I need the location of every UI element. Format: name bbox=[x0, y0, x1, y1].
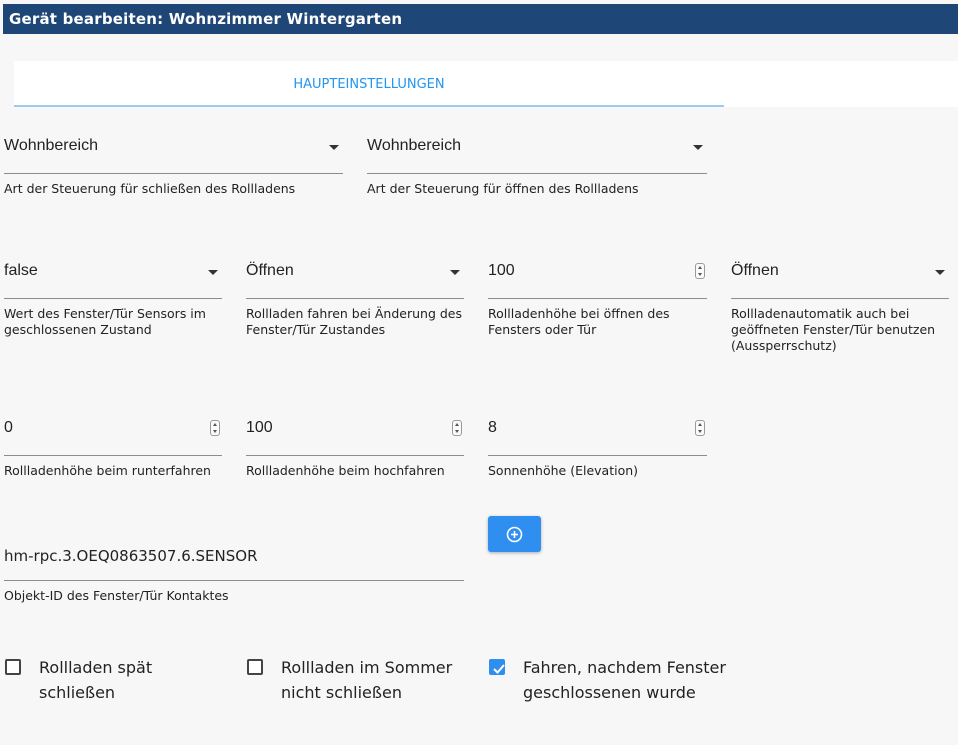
tab-haupteinstellungen[interactable]: HAUPTEINSTELLUNGEN bbox=[14, 61, 724, 107]
number-spinner-icon[interactable] bbox=[695, 420, 705, 436]
sensor-closed-value: false bbox=[4, 262, 38, 279]
close-control-value: Wohnbereich bbox=[4, 137, 98, 154]
window-title: Gerät bearbeiten: Wohnzimmer Wintergarte… bbox=[3, 4, 958, 34]
checkbox-after-window-closed-label: Fahren, nachdem Fenster geschlossenen wu… bbox=[523, 658, 726, 702]
down-height-input[interactable]: 0 Rollladenhöhe beim runterfahren bbox=[4, 417, 222, 479]
object-id-input[interactable]: hm-rpc.3.OEQ0863507.6.SENSOR Objekt-ID d… bbox=[4, 542, 464, 604]
move-on-change-value: Öffnen bbox=[246, 262, 294, 279]
automation-open-helper: Rollladenautomatik auch bei geöffneten F… bbox=[731, 306, 936, 353]
open-height-value: 100 bbox=[488, 262, 515, 279]
automation-open-select[interactable]: Öffnen Rollladenautomatik auch bei geöff… bbox=[731, 260, 949, 354]
open-height-helper: Rollladenhöhe bei öffnen des Fensters od… bbox=[488, 306, 670, 337]
number-spinner-icon[interactable] bbox=[695, 263, 705, 279]
plus-circle-icon bbox=[506, 526, 523, 543]
chevron-down-icon bbox=[935, 270, 945, 275]
move-on-change-select[interactable]: Öffnen Rollladen fahren bei Änderung des… bbox=[246, 260, 464, 338]
move-on-change-helper: Rollladen fahren bei Änderung des Fenste… bbox=[246, 306, 463, 337]
chevron-down-icon bbox=[693, 145, 703, 150]
down-height-value: 0 bbox=[4, 419, 13, 436]
automation-open-value: Öffnen bbox=[731, 262, 779, 279]
up-height-value: 100 bbox=[246, 419, 273, 436]
sensor-closed-value-select[interactable]: false Wert des Fenster/Tür Sensors im ge… bbox=[4, 260, 222, 338]
tab-bar: HAUPTEINSTELLUNGEN bbox=[14, 61, 958, 107]
number-spinner-icon[interactable] bbox=[210, 420, 220, 436]
up-height-input[interactable]: 100 Rollladenhöhe beim hochfahren bbox=[246, 417, 464, 479]
checkbox-summer-no-close-label: Rollladen im Sommer nicht schließen bbox=[281, 658, 453, 702]
down-height-helper: Rollladenhöhe beim runterfahren bbox=[4, 463, 211, 478]
checkbox-unchecked-icon[interactable] bbox=[5, 659, 21, 675]
up-height-helper: Rollladenhöhe beim hochfahren bbox=[246, 463, 445, 478]
chevron-down-icon bbox=[450, 270, 460, 275]
checkbox-unchecked-icon[interactable] bbox=[247, 659, 263, 675]
open-control-select[interactable]: Wohnbereich Art der Steuerung für öffnen… bbox=[367, 135, 707, 197]
checkbox-late-close-label: Rollladen spät schließen bbox=[39, 658, 153, 702]
close-control-select[interactable]: Wohnbereich Art der Steuerung für schlie… bbox=[4, 135, 343, 197]
chevron-down-icon bbox=[208, 270, 218, 275]
checkmark-icon bbox=[493, 664, 505, 674]
number-spinner-icon[interactable] bbox=[452, 420, 462, 436]
elevation-helper: Sonnenhöhe (Elevation) bbox=[488, 463, 639, 478]
sensor-closed-helper: Wert des Fenster/Tür Sensors im geschlos… bbox=[4, 306, 206, 337]
add-object-button[interactable] bbox=[488, 516, 541, 552]
object-id-helper: Objekt-ID des Fenster/Tür Kontaktes bbox=[4, 588, 229, 603]
elevation-input[interactable]: 8 Sonnenhöhe (Elevation) bbox=[488, 417, 707, 479]
object-id-value: hm-rpc.3.OEQ0863507.6.SENSOR bbox=[4, 547, 258, 565]
open-control-value: Wohnbereich bbox=[367, 137, 461, 154]
open-height-input[interactable]: 100 Rollladenhöhe bei öffnen des Fenster… bbox=[488, 260, 707, 338]
elevation-value: 8 bbox=[488, 419, 497, 436]
chevron-down-icon bbox=[329, 145, 339, 150]
checkbox-checked-icon[interactable] bbox=[489, 659, 505, 675]
open-control-helper: Art der Steuerung für öffnen des Rolllad… bbox=[367, 181, 639, 196]
close-control-helper: Art der Steuerung für schließen des Roll… bbox=[4, 181, 296, 196]
